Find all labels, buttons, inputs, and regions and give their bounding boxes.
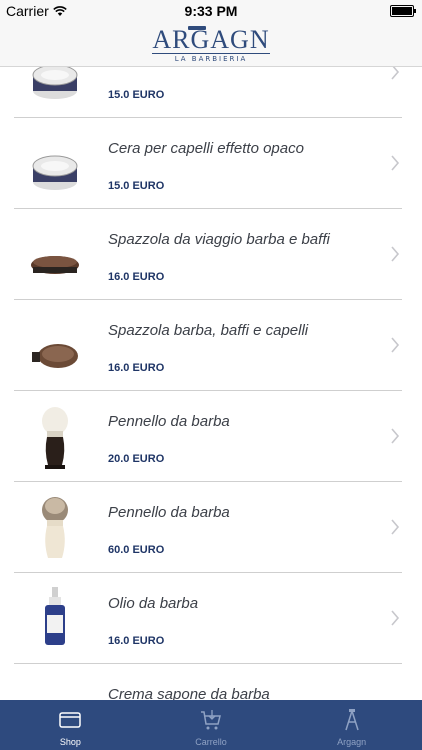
status-bar: Carrier 9:33 PM xyxy=(0,0,422,22)
product-price: 16.0 EURO xyxy=(108,635,165,647)
beard-brush-image xyxy=(31,256,79,274)
product-row[interactable]: Spazzola barba, baffi e capelli 16.0 EUR… xyxy=(0,300,422,391)
brand-logo: ARGAGN LA BARBIERIA xyxy=(152,25,270,63)
oval-brush-image xyxy=(32,344,78,368)
chevron-right-icon xyxy=(391,428,400,444)
chevron-right-icon xyxy=(391,610,400,626)
product-name: Spazzola da viaggio barba e baffi xyxy=(108,231,330,248)
product-price: 15.0 EURO xyxy=(108,89,165,101)
navigation-bar: ARGAGN LA BARBIERIA xyxy=(0,22,422,67)
product-name: Crema sapone da barba xyxy=(108,686,270,700)
chevron-right-icon xyxy=(391,246,400,262)
product-list[interactable]: 15.0 EURO Cera per capelli effetto opaco… xyxy=(0,67,422,700)
barber-logo-icon xyxy=(344,709,359,731)
product-name: Pennello da barba xyxy=(108,504,230,521)
product-price: 15.0 EURO xyxy=(108,180,165,192)
shaving-brush-light-image xyxy=(42,497,68,558)
tab-bar: Shop Carrello Argagn xyxy=(0,700,422,750)
status-time: 9:33 PM xyxy=(184,3,238,19)
tab-carrello[interactable]: Carrello xyxy=(141,700,282,750)
product-price: 20.0 EURO xyxy=(108,453,165,465)
product-row[interactable]: Pennello da barba 60.0 EURO xyxy=(0,482,422,573)
oil-bottle-image xyxy=(45,587,65,645)
card-icon xyxy=(59,712,82,728)
tab-shop[interactable]: Shop xyxy=(0,700,141,750)
tab-label: Shop xyxy=(59,737,81,747)
product-row[interactable]: Pennello da barba 20.0 EURO xyxy=(0,391,422,482)
chevron-right-icon xyxy=(391,337,400,353)
product-name: Pennello da barba xyxy=(108,413,230,430)
cart-icon xyxy=(201,710,221,730)
product-name: Spazzola barba, baffi e capelli xyxy=(108,322,309,339)
product-row[interactable]: Crema sapone da barba xyxy=(0,664,422,700)
brand-wordmark: ARGAGN xyxy=(152,25,270,54)
product-price: 60.0 EURO xyxy=(108,544,165,556)
shaving-brush-dark-image xyxy=(42,407,68,469)
tab-label: Carrello xyxy=(195,737,227,747)
chevron-right-icon xyxy=(391,155,400,171)
wax-tin-image xyxy=(32,67,78,99)
product-name: Cera per capelli effetto opaco xyxy=(108,140,304,157)
product-price: 16.0 EURO xyxy=(108,271,165,283)
product-row[interactable]: Cera per capelli effetto opaco 15.0 EURO xyxy=(0,118,422,209)
chevron-right-icon xyxy=(391,519,400,535)
product-name: Olio da barba xyxy=(108,595,199,612)
chevron-right-icon xyxy=(391,67,400,80)
product-row[interactable]: 15.0 EURO xyxy=(0,67,422,118)
wax-tin-image xyxy=(32,155,78,190)
brand-subtitle: LA BARBIERIA xyxy=(152,53,270,63)
product-row[interactable]: Spazzola da viaggio barba e baffi 16.0 E… xyxy=(0,209,422,300)
product-row[interactable]: Olio da barba 16.0 EURO xyxy=(0,573,422,664)
product-price: 16.0 EURO xyxy=(108,362,165,374)
tab-argagn[interactable]: Argagn xyxy=(281,700,422,750)
battery-icon xyxy=(390,5,416,17)
razor-logo-icon xyxy=(188,26,207,30)
tab-label: Argagn xyxy=(337,737,367,747)
